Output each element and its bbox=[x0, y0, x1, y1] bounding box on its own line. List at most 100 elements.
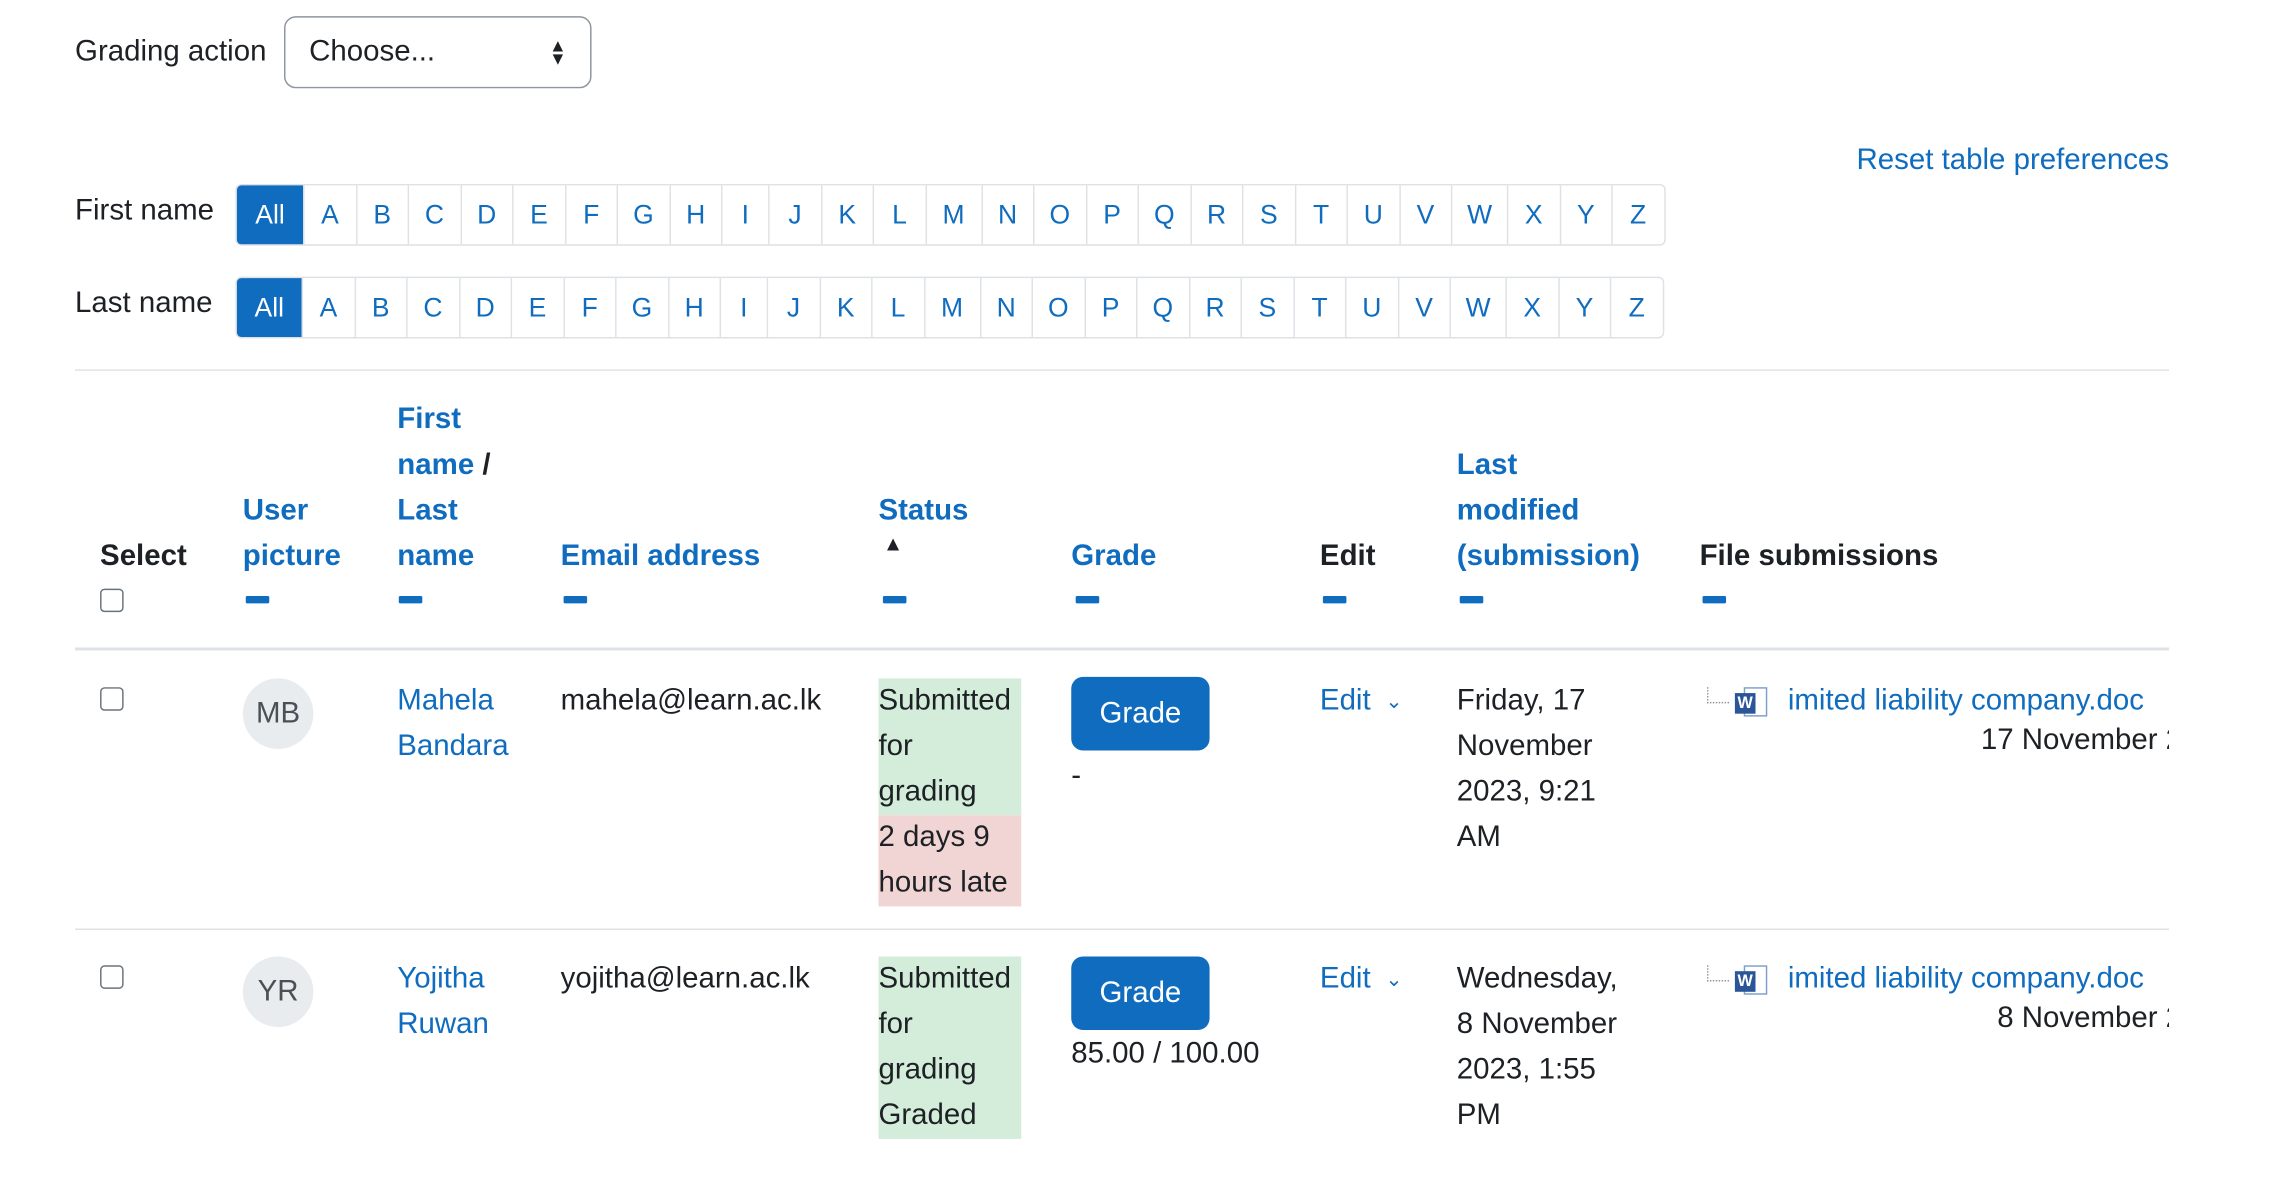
first-name-initial-r[interactable]: R bbox=[1189, 185, 1242, 245]
last-name-initial-u[interactable]: U bbox=[1344, 278, 1397, 337]
last-modified: Friday, 17 November 2023, 9:21 AM bbox=[1457, 678, 1596, 860]
first-name-initial-k[interactable]: K bbox=[820, 185, 872, 245]
email-address: mahela@learn.ac.lk bbox=[560, 684, 822, 717]
first-name-initial-a[interactable]: A bbox=[303, 185, 355, 245]
first-name-initial-t[interactable]: T bbox=[1294, 185, 1346, 245]
first-name-initial-b[interactable]: B bbox=[355, 185, 407, 245]
grading-action-select[interactable]: Choose... ▲ ▼ bbox=[284, 16, 592, 89]
first-name-initial-z[interactable]: Z bbox=[1611, 185, 1663, 245]
avatar[interactable]: YR bbox=[242, 956, 314, 1028]
collapse-column-icon[interactable] bbox=[882, 595, 907, 604]
first-name-initial-i[interactable]: I bbox=[721, 185, 768, 245]
collapse-column-icon[interactable] bbox=[245, 595, 270, 604]
file-submission: W imited liability company.doc 8 Novembe… bbox=[1706, 956, 2169, 1059]
first-name-initial-u[interactable]: U bbox=[1346, 185, 1398, 245]
column-header-email[interactable]: Email address bbox=[561, 534, 761, 580]
last-name-initial-l[interactable]: L bbox=[871, 278, 923, 337]
collapse-column-icon[interactable] bbox=[1459, 595, 1484, 604]
column-header-grade[interactable]: Grade bbox=[1071, 534, 1156, 580]
grade-button[interactable]: Grade bbox=[1071, 676, 1210, 751]
select-all-checkbox[interactable] bbox=[100, 588, 124, 613]
last-name-initial-m[interactable]: M bbox=[923, 278, 979, 337]
edit-menu[interactable]: Edit ⌄ bbox=[1320, 956, 1403, 1002]
chevron-down-icon: ⌄ bbox=[1385, 966, 1403, 991]
last-name-initial-all[interactable]: All bbox=[236, 278, 302, 337]
column-header-status[interactable]: Status ▲ bbox=[878, 489, 968, 553]
last-name-initial-o[interactable]: O bbox=[1031, 278, 1084, 337]
first-name-initial-h[interactable]: H bbox=[668, 185, 721, 245]
last-name-initial-q[interactable]: Q bbox=[1135, 278, 1188, 337]
first-name-initial-d[interactable]: D bbox=[459, 185, 512, 245]
collapse-column-icon[interactable] bbox=[1075, 595, 1100, 604]
collapse-column-icon[interactable] bbox=[563, 595, 588, 604]
first-name-initial-f[interactable]: F bbox=[564, 185, 616, 245]
last-name-initial-y[interactable]: Y bbox=[1557, 278, 1610, 337]
status-cell: Submitted for grading Graded bbox=[878, 956, 1022, 1139]
last-name-initial-d[interactable]: D bbox=[458, 278, 510, 337]
first-name-initial-v[interactable]: V bbox=[1398, 185, 1451, 245]
last-name-initial-g[interactable]: G bbox=[615, 278, 667, 337]
first-name-initial-s[interactable]: S bbox=[1241, 185, 1294, 245]
user-name-link[interactable]: Yojitha Ruwan bbox=[397, 956, 489, 1047]
last-name-initial-z[interactable]: Z bbox=[1609, 278, 1662, 337]
sort-last-name-link[interactable]: name bbox=[397, 534, 490, 580]
assignment-submissions-page: Grading action Choose... ▲ ▼ Reset table … bbox=[0, 0, 2276, 1186]
header-line: User bbox=[242, 494, 309, 527]
tree-connector bbox=[1706, 687, 1730, 704]
first-name-initial-n[interactable]: N bbox=[980, 185, 1033, 245]
column-header-last-modified[interactable]: Last modified (submission) bbox=[1457, 443, 1640, 580]
last-name-initial-j[interactable]: J bbox=[766, 278, 819, 337]
file-submission: W imited liability company.doc 17 Novemb… bbox=[1706, 678, 2169, 781]
first-name-initials-bar: All ABCDEFGHIJKLMNOPQRSTUVWXYZ bbox=[235, 183, 1666, 246]
first-name-initial-m[interactable]: M bbox=[924, 185, 981, 245]
row-select-checkbox[interactable] bbox=[100, 687, 124, 711]
file-link[interactable]: imited liability company.doc bbox=[1788, 962, 2144, 996]
last-name-initial-s[interactable]: S bbox=[1240, 278, 1292, 337]
chevron-down-icon: ⌄ bbox=[1385, 688, 1403, 713]
reset-table-preferences-link[interactable]: Reset table preferences bbox=[1857, 144, 2169, 178]
first-name-initial-e[interactable]: E bbox=[512, 185, 564, 245]
last-name-initial-w[interactable]: W bbox=[1449, 278, 1505, 337]
user-name-link[interactable]: Mahela Bandara bbox=[397, 678, 508, 769]
last-name-initial-h[interactable]: H bbox=[667, 278, 719, 337]
last-name-initial-k[interactable]: K bbox=[818, 278, 871, 337]
first-name-initial-y[interactable]: Y bbox=[1559, 185, 1611, 245]
row-select-checkbox[interactable] bbox=[100, 965, 124, 989]
file-link[interactable]: imited liability company.doc bbox=[1788, 684, 2144, 718]
first-name-initial-w[interactable]: W bbox=[1450, 185, 1507, 245]
last-name-initial-r[interactable]: R bbox=[1188, 278, 1240, 337]
email-address: yojitha@learn.ac.lk bbox=[560, 962, 810, 995]
last-name-initial-c[interactable]: C bbox=[406, 278, 458, 337]
last-name-initial-a[interactable]: A bbox=[301, 278, 354, 337]
date-line: Friday, 17 bbox=[1456, 684, 1586, 717]
grade-button[interactable]: Grade bbox=[1071, 956, 1210, 1031]
first-name-initial-x[interactable]: X bbox=[1506, 185, 1559, 245]
first-name-initial-c[interactable]: C bbox=[407, 185, 460, 245]
column-header-user-picture[interactable]: User picture bbox=[243, 489, 341, 580]
last-name-initial-p[interactable]: P bbox=[1083, 278, 1136, 337]
last-name-initial-t[interactable]: T bbox=[1292, 278, 1345, 337]
first-name: Yojitha bbox=[397, 962, 485, 995]
sort-first-name-link[interactable]: First bbox=[397, 397, 490, 443]
sort-first-name-link[interactable]: name bbox=[397, 449, 474, 481]
last-name-initial-x[interactable]: X bbox=[1505, 278, 1557, 337]
collapse-column-icon[interactable] bbox=[1702, 595, 1727, 604]
collapse-column-icon[interactable] bbox=[398, 595, 423, 604]
last-name-initial-i[interactable]: I bbox=[719, 278, 767, 337]
collapse-column-icon[interactable] bbox=[1322, 595, 1347, 604]
last-name-initial-b[interactable]: B bbox=[353, 278, 406, 337]
first-name-initial-g[interactable]: G bbox=[616, 185, 669, 245]
edit-menu[interactable]: Edit ⌄ bbox=[1320, 678, 1403, 724]
last-name-initial-e[interactable]: E bbox=[510, 278, 563, 337]
first-name-initial-j[interactable]: J bbox=[768, 185, 820, 245]
first-name-initial-l[interactable]: L bbox=[872, 185, 925, 245]
last-name-initial-n[interactable]: N bbox=[979, 278, 1031, 337]
last-name-initial-v[interactable]: V bbox=[1397, 278, 1449, 337]
last-name-initial-f[interactable]: F bbox=[562, 278, 615, 337]
avatar[interactable]: MB bbox=[242, 678, 314, 749]
first-name-initial-o[interactable]: O bbox=[1032, 185, 1085, 245]
first-name-initial-all[interactable]: All bbox=[236, 185, 304, 245]
first-name-initial-p[interactable]: P bbox=[1085, 185, 1137, 245]
sort-last-name-link[interactable]: Last bbox=[397, 489, 490, 535]
first-name-initial-q[interactable]: Q bbox=[1137, 185, 1189, 245]
